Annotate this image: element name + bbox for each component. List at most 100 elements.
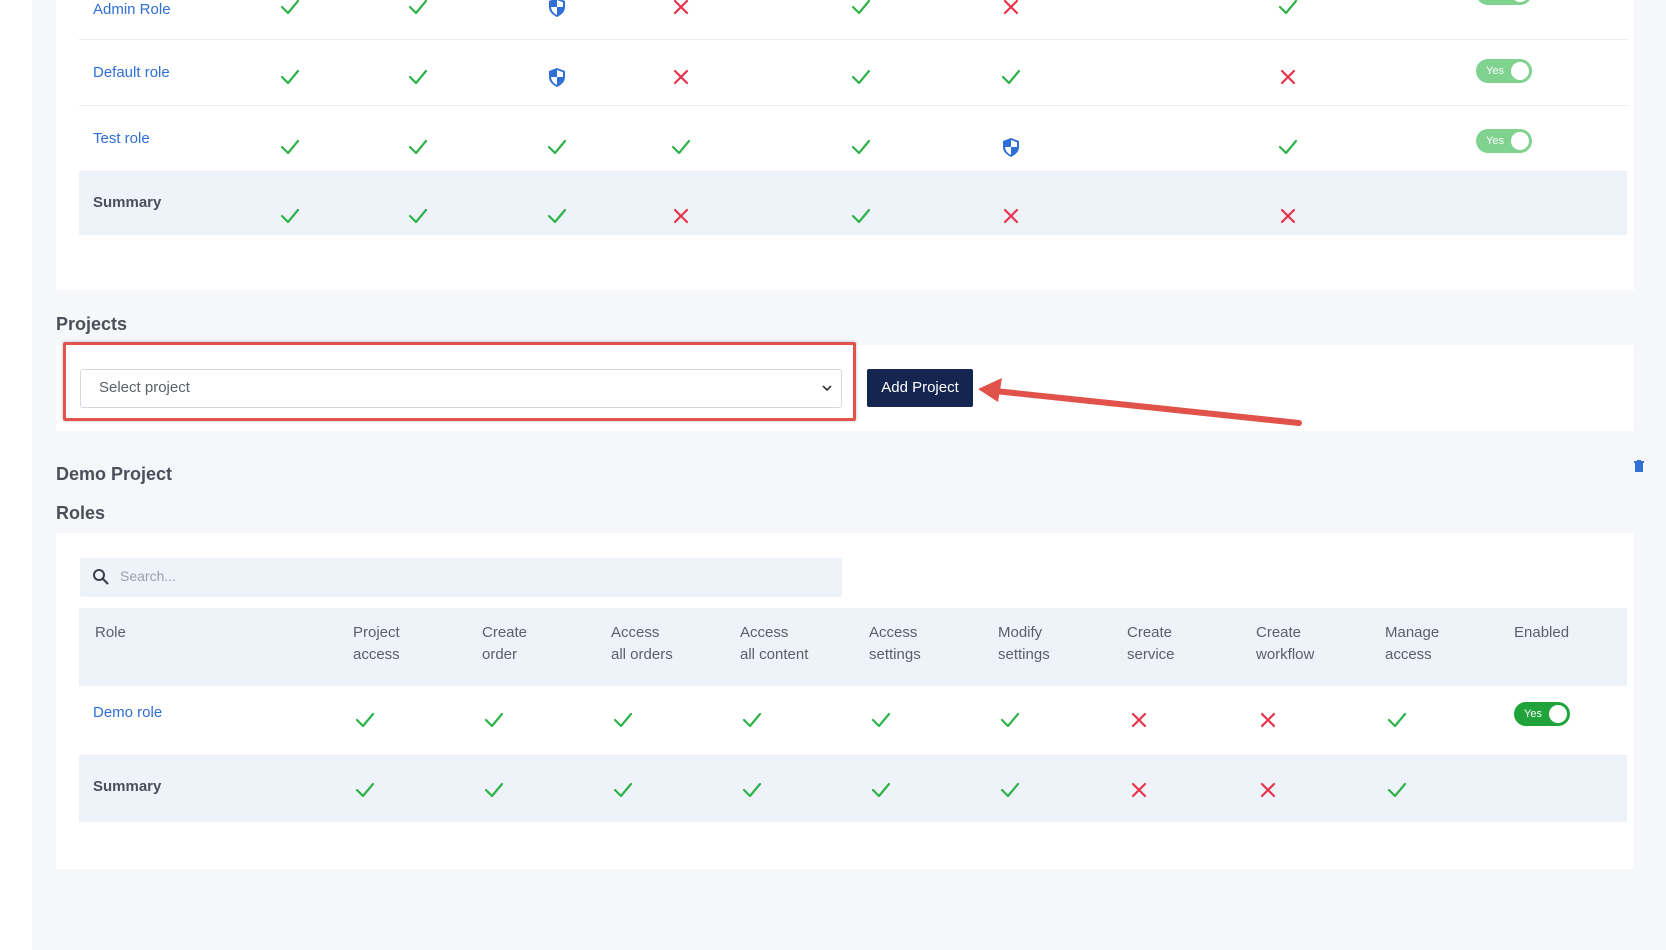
column-header-line: access [353, 646, 400, 663]
toggle-knob [1511, 0, 1529, 2]
check-icon [407, 0, 429, 18]
projects-title: Projects [56, 314, 128, 334]
column-header-line: settings [869, 646, 921, 663]
roles-title: Roles [56, 503, 106, 523]
column-header-line: Enabled [1514, 624, 1570, 641]
cross-icon [1000, 0, 1022, 18]
toggle-label: Yes [1524, 708, 1542, 720]
cross-icon [1277, 205, 1299, 227]
cross-icon [670, 0, 692, 18]
check-icon [741, 709, 763, 731]
cross-icon [1257, 709, 1279, 731]
column-header-line: Manage [1385, 624, 1440, 641]
cross-icon [1277, 66, 1299, 88]
check-icon [354, 779, 376, 801]
column-header-line: all orders [611, 646, 673, 663]
check-icon [279, 136, 301, 158]
check-icon [354, 709, 376, 731]
check-icon [1386, 709, 1408, 731]
column-header: Access all content [740, 622, 808, 666]
check-icon [1000, 66, 1022, 88]
column-header-line: Role [95, 624, 126, 641]
check-icon [279, 0, 301, 18]
column-header-line: Modify [998, 624, 1043, 641]
page-background: Admin Role Default role Test role Summar… [32, 0, 1666, 950]
toggle-label: Yes [1486, 65, 1504, 77]
cross-icon [1128, 779, 1150, 801]
summary-label: Summary [93, 778, 162, 795]
check-icon [546, 136, 568, 158]
column-header-line: access [1385, 646, 1432, 663]
column-header: Create order [482, 622, 527, 666]
column-header-line: Create [1127, 624, 1173, 641]
shield-icon [546, 66, 568, 88]
check-icon [483, 709, 505, 731]
column-header-line: order [482, 646, 518, 663]
check-icon [850, 66, 872, 88]
check-icon [999, 709, 1021, 731]
column-header-line: service [1127, 646, 1175, 663]
check-icon [850, 205, 872, 227]
column-header-line: settings [998, 646, 1050, 663]
column-header-line: Project [353, 624, 400, 641]
check-icon [999, 779, 1021, 801]
toggle-knob [1511, 62, 1529, 80]
search-placeholder: Search... [120, 568, 177, 584]
role-link-admin[interactable]: Admin Role [93, 0, 171, 21]
column-header-line: Access [740, 624, 789, 641]
role-link-demo[interactable]: Demo role [93, 702, 162, 724]
cross-icon [1000, 205, 1022, 227]
toggle-label: Yes [1486, 0, 1504, 1]
roles-search-input[interactable]: Search... [80, 558, 842, 597]
column-header: Enabled [1514, 622, 1569, 644]
column-header: Manage access [1385, 622, 1439, 666]
check-icon [483, 779, 505, 801]
check-icon [612, 779, 634, 801]
shield-icon [546, 0, 568, 18]
check-icon [850, 136, 872, 158]
column-header: Role [95, 622, 126, 644]
check-icon [850, 0, 872, 18]
enabled-toggle[interactable]: Yes [1476, 0, 1532, 5]
check-icon [870, 779, 892, 801]
demo-project-title: Demo Project [56, 464, 173, 484]
cross-icon [670, 66, 692, 88]
column-header-line: Create [482, 624, 528, 641]
toggle-knob [1511, 132, 1529, 150]
toggle-knob [1549, 705, 1567, 723]
enabled-toggle[interactable]: Yes [1476, 59, 1532, 83]
check-icon [612, 709, 634, 731]
trash-icon[interactable] [1634, 459, 1644, 477]
role-link-test[interactable]: Test role [93, 128, 150, 150]
highlight-box [63, 342, 856, 421]
column-header: Create service [1127, 622, 1175, 666]
check-icon [407, 66, 429, 88]
column-header: Project access [353, 622, 400, 666]
column-header-line: all content [740, 646, 809, 663]
column-header-line: workflow [1256, 646, 1315, 663]
check-icon [741, 779, 763, 801]
enabled-toggle[interactable]: Yes [1514, 702, 1570, 726]
column-header: Access all orders [611, 622, 673, 666]
cross-icon [670, 205, 692, 227]
enabled-toggle[interactable]: Yes [1476, 129, 1532, 153]
summary-label: Summary [93, 194, 162, 211]
check-icon [279, 205, 301, 227]
add-project-button[interactable]: Add Project [867, 369, 973, 407]
column-header: Create workflow [1256, 622, 1314, 666]
column-header-line: Access [869, 624, 918, 641]
column-header: Access settings [869, 622, 921, 666]
check-icon [1277, 0, 1299, 18]
check-icon [670, 136, 692, 158]
cross-icon [1128, 709, 1150, 731]
check-icon [870, 709, 892, 731]
check-icon [546, 205, 568, 227]
check-icon [407, 136, 429, 158]
column-header-line: Create [1256, 624, 1302, 641]
check-icon [1277, 136, 1299, 158]
role-link-default[interactable]: Default role [93, 62, 170, 84]
column-header-line: Access [611, 624, 660, 641]
check-icon [407, 205, 429, 227]
check-icon [279, 66, 301, 88]
cross-icon [1257, 779, 1279, 801]
